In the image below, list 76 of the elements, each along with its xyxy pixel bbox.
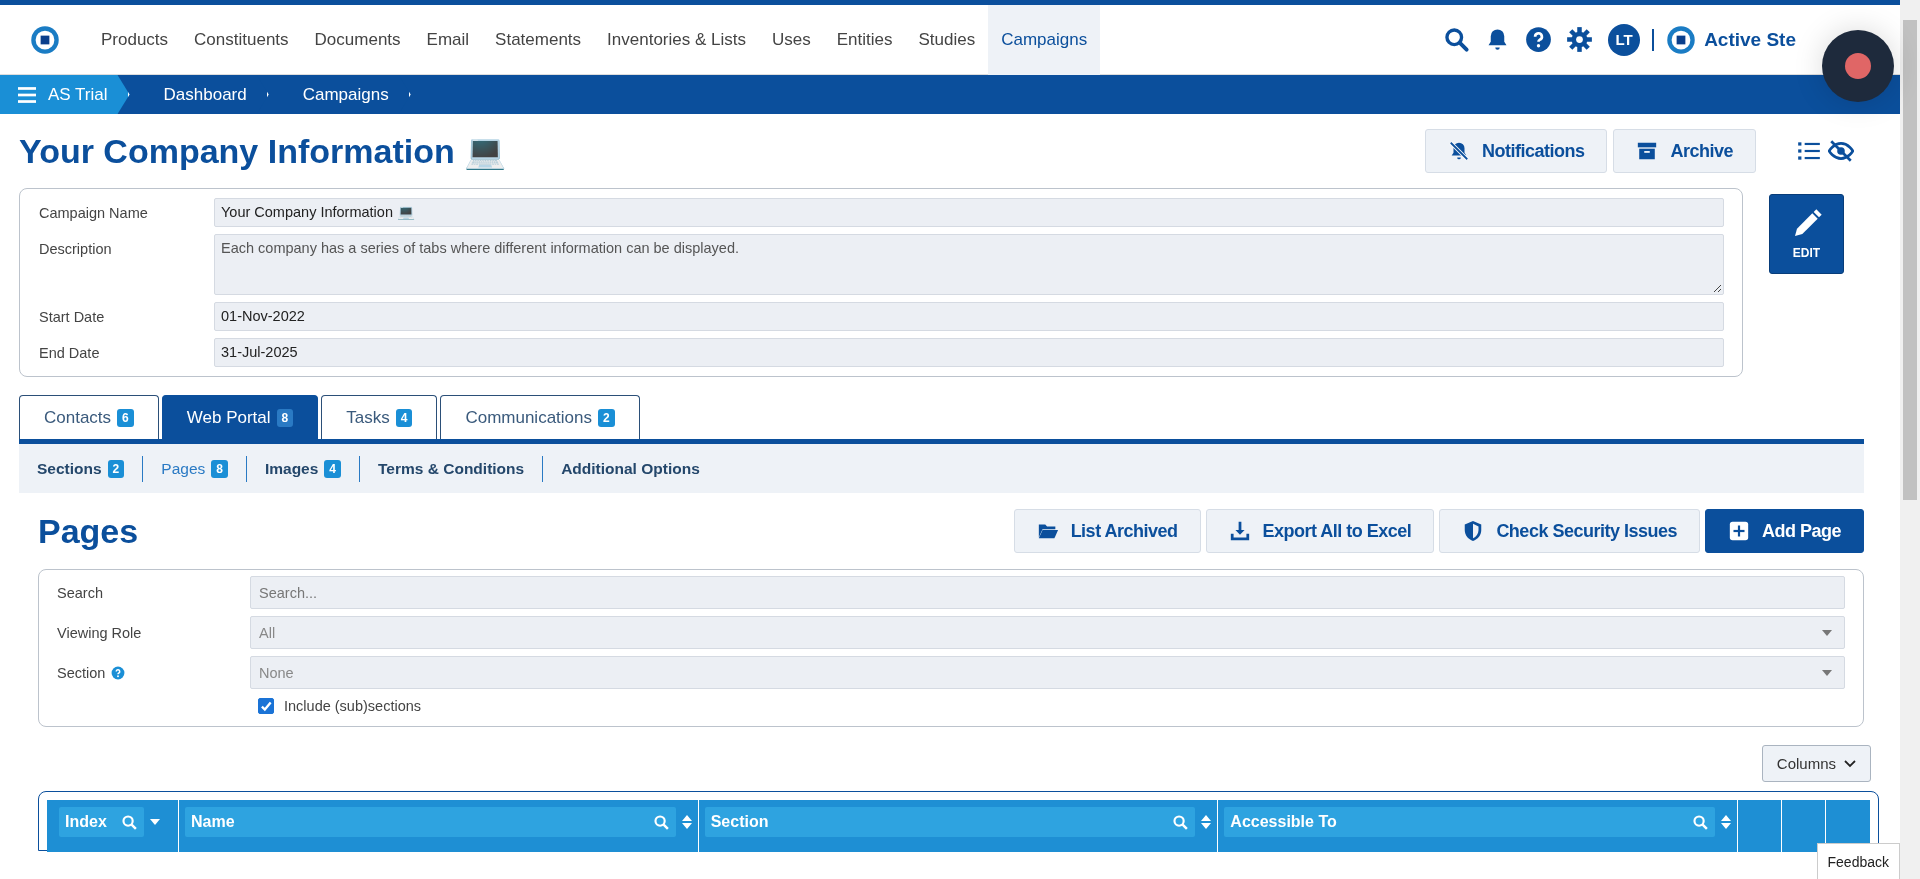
nav-link[interactable]: Studies: [905, 4, 989, 75]
nav-link[interactable]: Documents: [301, 4, 414, 75]
caret-icon: [1822, 669, 1832, 676]
filter-label: Viewing Role: [57, 624, 142, 641]
edit-button[interactable]: EDIT: [1769, 194, 1844, 274]
archive-icon: [1636, 140, 1659, 162]
export-button[interactable]: Export All to Excel: [1205, 509, 1435, 553]
muted-bell-icon: [1447, 140, 1470, 162]
field-label: Campaign Name: [39, 204, 149, 221]
feedback-button[interactable]: Feedback: [1816, 843, 1900, 879]
notifications-button[interactable]: Notifications: [1424, 129, 1608, 173]
subtab[interactable]: Sections 2: [37, 459, 143, 478]
nav-link[interactable]: Inventories & Lists: [594, 4, 759, 75]
tab[interactable]: Communications 2: [440, 395, 640, 439]
tab[interactable]: Contacts 6: [19, 395, 159, 439]
count-badge: 4: [395, 408, 413, 427]
nav-link[interactable]: Campaigns: [988, 4, 1101, 75]
nav-link[interactable]: Entities: [823, 4, 906, 75]
add-page-button[interactable]: Add Page: [1705, 509, 1864, 553]
field-label: End Date: [39, 344, 101, 361]
sort-icon[interactable]: [1721, 815, 1731, 829]
section-heading: Pages: [38, 511, 140, 551]
menu-icon[interactable]: [18, 86, 36, 103]
plus-icon: [1728, 520, 1750, 542]
logo-icon: [1666, 24, 1697, 55]
count-badge: 8: [211, 459, 228, 478]
sort-icon[interactable]: [1201, 815, 1212, 829]
search-icon[interactable]: [1443, 26, 1471, 53]
count-badge: 8: [276, 408, 294, 427]
readonly-field[interactable]: 31-Jul-2025: [214, 338, 1724, 367]
list-archived-button[interactable]: List Archived: [1013, 509, 1201, 553]
field-label: Description: [39, 240, 113, 257]
tab[interactable]: Tasks 4: [321, 395, 438, 439]
help-icon[interactable]: [111, 665, 126, 680]
user-avatar[interactable]: LT: [1608, 23, 1641, 56]
checkbox-label: Include (sub)sections: [284, 698, 421, 714]
subtab[interactable]: Additional Options: [561, 459, 718, 478]
security-check-button[interactable]: Check Security Issues: [1439, 509, 1700, 553]
readonly-field[interactable]: 01-Nov-2022: [214, 302, 1724, 331]
subtab[interactable]: Images 4: [264, 459, 360, 478]
nav-link[interactable]: Email: [413, 4, 483, 75]
settings-icon[interactable]: [1566, 26, 1594, 53]
logo-icon[interactable]: [30, 24, 60, 55]
filter-label: Search: [57, 584, 103, 601]
subtab[interactable]: Pages 8: [161, 459, 246, 478]
description-field[interactable]: Each company has a series of tabs where different information can be displayed.: [214, 234, 1724, 295]
subtab[interactable]: Terms & Conditions: [378, 459, 543, 478]
count-badge: 6: [117, 408, 134, 427]
chevron-down-icon: [1844, 759, 1856, 768]
scrollbar[interactable]: [1900, 0, 1920, 879]
caret-icon: [1822, 629, 1832, 636]
record-dot-icon: [1845, 53, 1871, 79]
brand-name: Active Ste: [1704, 28, 1796, 51]
readonly-field[interactable]: Your Company Information 💻: [214, 198, 1724, 227]
nav-link[interactable]: Constituents: [181, 4, 302, 75]
count-badge: 2: [598, 408, 615, 427]
count-badge: 4: [324, 459, 342, 478]
caret-icon[interactable]: [149, 819, 160, 825]
archive-button[interactable]: Archive: [1613, 129, 1756, 173]
filter-label: Section: [57, 664, 106, 681]
menu-breadcrumb[interactable]: AS Trial: [0, 75, 130, 114]
help-icon[interactable]: [1525, 26, 1553, 53]
download-icon: [1228, 520, 1251, 542]
hidden-eye-icon[interactable]: [1828, 138, 1854, 164]
resize-grip-icon: [1713, 284, 1721, 292]
sort-icon[interactable]: [681, 815, 692, 829]
page-title: Your Company Information 💻: [19, 131, 508, 171]
count-badge: 2: [107, 459, 125, 478]
nav-link[interactable]: Uses: [759, 4, 824, 75]
nav-link[interactable]: Statements: [482, 4, 595, 75]
columns-button[interactable]: Columns: [1761, 745, 1871, 782]
search-field[interactable]: Search...: [250, 576, 1845, 609]
nav-link[interactable]: Products: [88, 4, 182, 75]
tab[interactable]: Web Portal 8: [161, 395, 319, 439]
checkbox[interactable]: [258, 698, 274, 714]
field-label: Start Date: [39, 308, 106, 325]
